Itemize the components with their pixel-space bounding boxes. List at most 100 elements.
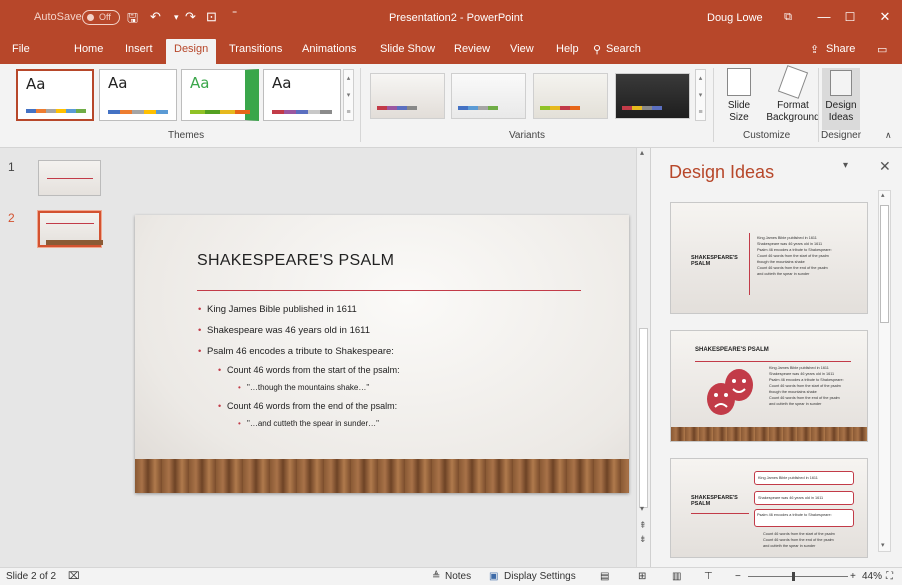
maximize-icon[interactable]: ☐ xyxy=(839,7,861,27)
slide-bullet[interactable]: Psalm 46 encodes a tribute to Shakespear… xyxy=(198,346,394,357)
redo-icon[interactable]: ↷ xyxy=(185,9,196,25)
tab-file[interactable]: File xyxy=(12,43,30,55)
start-slideshow-icon[interactable]: ⊡ xyxy=(206,9,217,25)
normal-view-icon[interactable]: ▤ xyxy=(600,571,609,582)
tab-review[interactable]: Review xyxy=(454,43,490,55)
design-idea-2[interactable]: SHAKESPEARE'S PSALM King James Bible pub… xyxy=(670,330,868,442)
slide-bullet[interactable]: "…and cutteth the spear in sunder…" xyxy=(238,419,379,428)
scroll-up-icon[interactable]: ▴ xyxy=(640,148,644,157)
slide-size-label-2: Size xyxy=(729,112,749,123)
theme-gallery[interactable]: Aa xyxy=(263,69,341,121)
idea-callout: King James Bible published in 1611 xyxy=(754,471,854,485)
scroll-up-icon[interactable]: ▴ xyxy=(881,191,885,199)
autosave-label: AutoSave xyxy=(34,11,82,23)
thumbnail-number: 2 xyxy=(8,211,15,225)
tab-home[interactable]: Home xyxy=(74,43,103,55)
notes-button[interactable]: Notes xyxy=(445,571,471,582)
zoom-slider-handle[interactable] xyxy=(792,572,795,581)
format-background-button[interactable]: Format Background xyxy=(762,65,824,124)
idea-title: SHAKESPEARE'S PSALM xyxy=(695,347,769,353)
ribbon-display-options-icon[interactable]: ⧉ xyxy=(777,7,799,27)
tab-insert[interactable]: Insert xyxy=(125,43,153,55)
tab-view[interactable]: View xyxy=(510,43,534,55)
scroll-down-icon[interactable]: ▾ xyxy=(881,541,885,549)
variant-2[interactable] xyxy=(451,73,526,119)
document-title: Presentation2 - PowerPoint xyxy=(389,12,523,24)
title-bar: AutoSave Off 🖫 ↶ ▾ ↷ ⊡ ⁼ Presentation2 -… xyxy=(0,0,902,36)
theme-glyph: Aa xyxy=(190,74,210,92)
display-settings-button[interactable]: Display Settings xyxy=(504,571,576,582)
slide-bullet[interactable]: King James Bible published in 1611 xyxy=(198,304,357,315)
idea-text: King James Bible published in 1611 Shake… xyxy=(769,366,844,406)
chevron-down-icon[interactable]: ▾ xyxy=(174,12,179,23)
variant-4[interactable] xyxy=(615,73,690,119)
save-icon[interactable]: 🖫 xyxy=(127,9,138,31)
slide-bullet[interactable]: Count 46 words from the start of the psa… xyxy=(218,365,400,375)
previous-slide-icon[interactable]: ⇞ xyxy=(639,520,647,531)
autosave-toggle[interactable]: Off xyxy=(82,10,120,25)
customize-toolbar-icon[interactable]: ⁼ xyxy=(232,9,237,20)
close-pane-icon[interactable]: ✕ xyxy=(879,158,891,175)
title-rule xyxy=(197,290,581,291)
tab-help[interactable]: Help xyxy=(556,43,579,55)
slide-thumbnail-1[interactable] xyxy=(38,160,101,196)
theme-office-2[interactable]: Aa xyxy=(99,69,177,121)
variant-3[interactable] xyxy=(533,73,608,119)
slide-bullet[interactable]: Shakespeare was 46 years old in 1611 xyxy=(198,325,370,336)
idea-callout: Psalm 46 encodes a tribute to Shakespear… xyxy=(754,509,854,527)
zoom-slider[interactable] xyxy=(748,576,848,577)
notes-icon[interactable]: ≜ xyxy=(432,571,440,582)
slide-thumbnail-2[interactable] xyxy=(38,211,103,247)
themes-group-label: Themes xyxy=(168,130,205,141)
slide-size-button[interactable]: Slide Size xyxy=(719,68,759,124)
minimize-icon[interactable]: — xyxy=(813,7,835,27)
slideshow-view-icon[interactable]: ⊤ xyxy=(704,571,713,582)
tab-transitions[interactable]: Transitions xyxy=(229,43,282,55)
display-settings-icon[interactable]: ▣ xyxy=(489,571,498,582)
collapse-ribbon-icon[interactable]: ∧ xyxy=(885,130,892,141)
zoom-level[interactable]: 44% xyxy=(862,571,882,582)
themes-gallery-scroll[interactable]: ▴ ▾ ≡ xyxy=(343,69,354,121)
share-button[interactable]: Share xyxy=(826,43,855,55)
search-icon[interactable]: ⚲ xyxy=(593,43,601,56)
tab-search[interactable]: Search xyxy=(606,43,641,55)
user-name[interactable]: Doug Lowe xyxy=(707,12,763,24)
slide-editor: SHAKESPEARE'S PSALM King James Bible pub… xyxy=(122,148,636,567)
design-ideas-button[interactable]: Design Ideas xyxy=(822,68,860,130)
variant-1[interactable] xyxy=(370,73,445,119)
design-idea-1[interactable]: SHAKESPEARE'S PSALM King James Bible pub… xyxy=(670,202,868,314)
scroll-down-icon[interactable]: ▾ xyxy=(640,504,644,513)
tab-design[interactable]: Design xyxy=(166,39,217,64)
close-icon[interactable]: ✕ xyxy=(874,7,896,27)
slide-sorter-icon[interactable]: ⊞ xyxy=(638,571,646,582)
customize-group-label: Customize xyxy=(743,130,791,141)
wood-floor-background xyxy=(135,459,629,493)
status-bar: Slide 2 of 2 ⌧ ≜ Notes ▣ Display Setting… xyxy=(0,567,902,585)
reading-view-icon[interactable]: ▥ xyxy=(672,571,681,582)
theme-facet[interactable]: Aa xyxy=(181,69,259,121)
slide-title[interactable]: SHAKESPEARE'S PSALM xyxy=(197,252,394,270)
slide-bullet[interactable]: Count 46 words from the end of the psalm… xyxy=(218,401,397,411)
tab-animations[interactable]: Animations xyxy=(302,43,356,55)
current-slide[interactable]: SHAKESPEARE'S PSALM King James Bible pub… xyxy=(135,215,629,493)
design-ideas-scrollbar[interactable]: ▴ ▾ xyxy=(878,190,891,552)
comments-icon[interactable]: ▭ xyxy=(877,43,887,56)
scrollbar-thumb[interactable] xyxy=(639,328,648,508)
zoom-in-icon[interactable]: + xyxy=(850,571,856,582)
next-slide-icon[interactable]: ⇟ xyxy=(639,534,647,545)
undo-icon[interactable]: ↶ xyxy=(150,9,161,25)
tab-slide-show[interactable]: Slide Show xyxy=(380,43,435,55)
pane-options-icon[interactable]: ▾ xyxy=(843,160,848,171)
accessibility-icon[interactable]: ⌧ xyxy=(68,571,80,582)
theme-office[interactable]: Aa xyxy=(16,69,94,121)
slide-bullet[interactable]: "…though the mountains shake…" xyxy=(238,383,369,392)
variants-gallery-scroll[interactable]: ▴ ▾ ≡ xyxy=(695,69,706,121)
editor-scrollbar[interactable]: ▴ ▾ ⇞ ⇟ xyxy=(636,148,650,567)
zoom-out-icon[interactable]: − xyxy=(735,571,741,582)
design-idea-3[interactable]: SHAKESPEARE'S PSALM King James Bible pub… xyxy=(670,458,868,558)
scrollbar-thumb[interactable] xyxy=(880,205,889,323)
theme-glyph: Aa xyxy=(272,74,292,92)
slide-counter[interactable]: Slide 2 of 2 xyxy=(6,571,56,582)
share-icon[interactable]: ⇪ xyxy=(810,43,819,56)
fit-to-window-icon[interactable]: ⛶ xyxy=(886,571,893,582)
